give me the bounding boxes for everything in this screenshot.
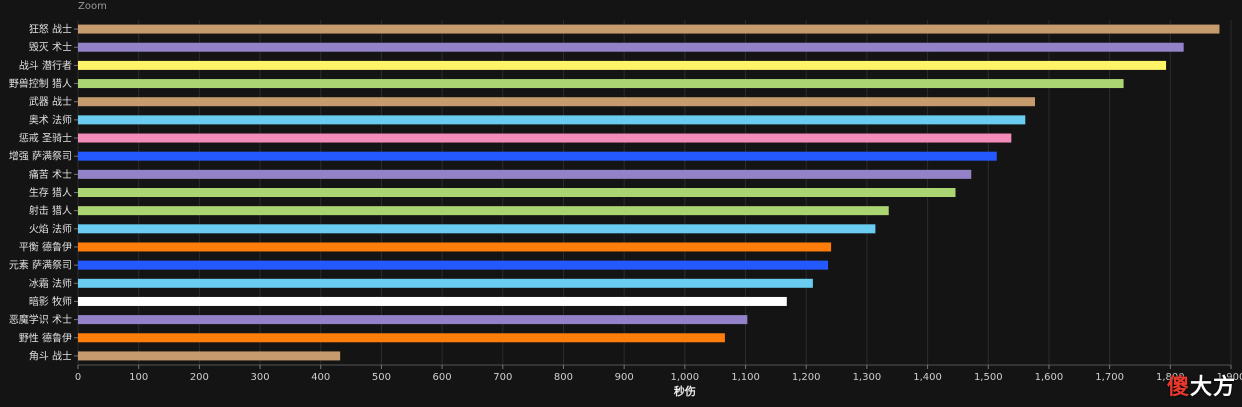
category-label-4: 武器 战士 [29, 95, 72, 108]
x-tick-label-16: 1,600 [1035, 372, 1064, 383]
bar-11 [78, 224, 876, 234]
category-label-12: 平衡 德鲁伊 [19, 240, 72, 253]
bar-13 [78, 260, 829, 270]
category-label-11: 火焰 法师 [29, 222, 72, 235]
bar-0 [78, 24, 1220, 34]
x-tick-label-7: 700 [493, 372, 512, 383]
category-label-15: 暗影 牧师 [29, 295, 72, 308]
category-label-10: 射击 猎人 [29, 204, 72, 217]
bar-2 [78, 60, 1167, 70]
x-tick-label-11: 1,100 [731, 372, 760, 383]
category-label-13: 元素 萨满祭司 [9, 259, 72, 272]
category-label-18: 角斗 战士 [29, 349, 72, 362]
x-tick-label-14: 1,400 [913, 372, 942, 383]
watermark-first-char: 傻 [1166, 375, 1190, 400]
x-tick-label-13: 1,300 [853, 372, 882, 383]
category-label-7: 增强 萨满祭司 [9, 150, 72, 163]
bar-15 [78, 296, 787, 306]
category-label-16: 恶魔学识 术士 [9, 313, 72, 326]
category-label-8: 痛苦 术士 [29, 168, 72, 181]
x-tick-label-15: 1,500 [974, 372, 1003, 383]
category-label-5: 奥术 法师 [29, 113, 72, 126]
category-label-9: 生存 猎人 [29, 186, 72, 199]
bar-10 [78, 206, 889, 216]
category-label-0: 狂怒 战士 [29, 23, 72, 36]
bar-7 [78, 151, 997, 161]
bar-4 [78, 97, 1035, 107]
x-tick-label-8: 800 [554, 372, 573, 383]
bar-chart: 0 100 200 300 400 500 600 700 800 900 1,000 1,100 1,… [9, 20, 1242, 398]
x-tick-label-4: 400 [311, 372, 330, 383]
category-label-6: 惩戒 圣骑士 [19, 132, 72, 145]
x-tick-label-12: 1,200 [792, 372, 821, 383]
bar-3 [78, 79, 1124, 89]
bar-6 [78, 133, 1012, 143]
category-label-14: 冰霜 法师 [29, 277, 72, 290]
bar-18 [78, 351, 341, 361]
bar-14 [78, 278, 813, 288]
watermark-rest: 大方 [1189, 375, 1236, 400]
bar-12 [78, 242, 832, 252]
x-tick-label-5: 500 [372, 372, 391, 383]
x-tick-label-10: 1,000 [671, 372, 700, 383]
x-tick-label-1: 100 [129, 372, 148, 383]
x-tick-label-6: 600 [433, 372, 452, 383]
bar-9 [78, 188, 956, 197]
bar-5 [78, 115, 1026, 125]
watermark: 傻大方 [1167, 369, 1236, 401]
x-tick-label-0: 0 [75, 372, 81, 383]
category-label-2: 战斗 潜行者 [19, 59, 72, 72]
x-tick-label-9: 900 [615, 372, 634, 383]
x-axis-title: 秒伤 [674, 384, 696, 398]
chart-container: Zoom 0 100 200 300 400 500 600 700 800 900 1,000 1,… [0, 0, 1242, 407]
category-label-17: 野性 德鲁伊 [19, 331, 72, 344]
x-tick-label-2: 200 [190, 372, 209, 383]
category-label-1: 毁灭 术士 [29, 41, 72, 54]
category-label-3: 野兽控制 猎人 [9, 77, 72, 90]
bar-16 [78, 315, 748, 325]
bar-17 [78, 333, 725, 343]
x-tick-label-17: 1,700 [1095, 372, 1124, 383]
bar-1 [78, 42, 1184, 52]
x-tick-label-3: 300 [251, 372, 270, 383]
bar-8 [78, 169, 972, 179]
